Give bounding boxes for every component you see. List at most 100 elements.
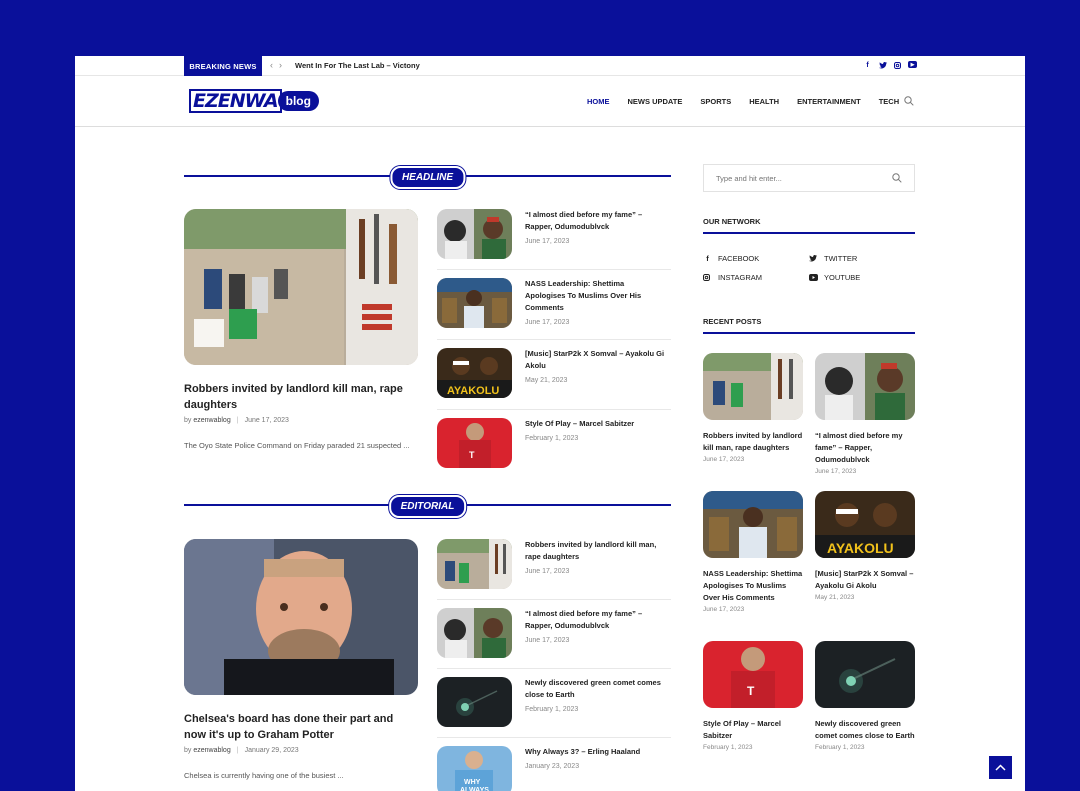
editorial-section-title: EDITORIAL [184, 495, 671, 518]
network-label: TWITTER [824, 254, 858, 263]
nav-item-sports[interactable]: SPORTS [700, 97, 731, 106]
chevron-right-icon[interactable]: › [279, 60, 282, 70]
ticker-headline[interactable]: Went In For The Last Lab – Victony [295, 61, 420, 70]
author-link[interactable]: ezenwablog [193, 417, 230, 424]
post-thumbnail[interactable] [437, 278, 512, 328]
editorial-main-excerpt: Chelsea is currently having one of the b… [184, 771, 344, 780]
post-date: June 17, 2023 [703, 606, 745, 613]
list-item[interactable]: NASS Leadership: Shettima Apologises To … [437, 278, 671, 338]
network-link-instagram[interactable]: INSTAGRAM [703, 273, 762, 282]
post-date: February 1, 2023 [525, 706, 579, 713]
post-thumbnail[interactable] [437, 539, 512, 589]
post-thumbnail[interactable]: AYAKOLU [815, 491, 915, 558]
chevron-left-icon[interactable]: ‹ [270, 60, 273, 70]
section-label[interactable]: EDITORIAL [388, 495, 467, 518]
search-input[interactable] [704, 165, 874, 191]
editorial-main-meta: by ezenwablog | January 29, 2023 [184, 747, 299, 754]
post-thumbnail[interactable]: WHY ALWAYS [437, 746, 512, 791]
post-title[interactable]: “I almost died before my fame” – Rapper,… [525, 209, 665, 233]
svg-text:AYAKOLU: AYAKOLU [447, 385, 499, 397]
nav-item-tech[interactable]: TECH [879, 97, 899, 106]
site-logo[interactable]: EZENWA blog [189, 89, 319, 113]
network-link-youtube[interactable]: YOUTUBE [809, 273, 860, 282]
network-label: YOUTUBE [824, 273, 861, 282]
post-thumbnail[interactable] [437, 209, 512, 259]
nav-item-entertainment[interactable]: ENTERTAINMENT [797, 97, 861, 106]
nav-item-news-update[interactable]: NEWS UPDATE [628, 97, 683, 106]
post-thumbnail[interactable] [815, 353, 915, 420]
post-title[interactable]: [Music] StarP2k X Somval – Ayakolu Gi Ak… [525, 348, 665, 372]
divider [437, 269, 671, 270]
headline-main-image[interactable] [184, 209, 418, 365]
list-item[interactable]: AYAKOLU [Music] StarP2k X Somval – Ayako… [437, 348, 671, 408]
post-title[interactable]: Newly discovered green comet comes close… [525, 677, 665, 701]
post-thumbnail[interactable]: AYAKOLU [437, 348, 512, 398]
post-thumbnail[interactable]: T [703, 641, 803, 708]
author-prefix: by [184, 747, 192, 754]
network-link-facebook[interactable]: f FACEBOOK [703, 254, 759, 263]
recent-post[interactable]: Robbers invited by landlord kill man, ra… [703, 353, 803, 463]
post-thumbnail[interactable] [703, 353, 803, 420]
instagram-icon [703, 274, 712, 281]
network-link-twitter[interactable]: TWITTER [809, 254, 857, 263]
search-icon[interactable] [904, 96, 914, 106]
instagram-icon[interactable] [893, 61, 902, 70]
headline-main-title[interactable]: Robbers invited by landlord kill man, ra… [184, 381, 418, 413]
youtube-icon[interactable]: ▶ [908, 61, 917, 68]
post-thumbnail[interactable] [703, 491, 803, 558]
recent-posts-title: RECENT POSTS [703, 317, 915, 334]
post-title[interactable]: “I almost died before my fame” – Rapper,… [525, 608, 665, 632]
list-item[interactable]: Robbers invited by landlord kill man, ra… [437, 539, 671, 599]
divider [437, 339, 671, 340]
recent-post[interactable]: “I almost died before my fame” – Rapper,… [815, 353, 915, 475]
post-title[interactable]: Robbers invited by landlord kill man, ra… [525, 539, 665, 563]
svg-text:AYAKOLU: AYAKOLU [827, 540, 894, 556]
twitter-icon[interactable] [878, 61, 887, 70]
post-thumbnail[interactable] [815, 641, 915, 708]
page-container: BREAKING NEWS ‹ › Went In For The Last La… [75, 56, 1025, 791]
post-title[interactable]: Why Always 3? – Erling Haaland [525, 746, 665, 758]
breaking-news-label: BREAKING NEWS [184, 56, 262, 76]
post-title[interactable]: Newly discovered green comet comes close… [815, 718, 915, 742]
facebook-icon[interactable]: f [863, 61, 872, 70]
nav-item-health[interactable]: HEALTH [749, 97, 779, 106]
search-icon[interactable] [892, 173, 902, 183]
recent-post[interactable]: NASS Leadership: Shettima Apologises To … [703, 491, 803, 613]
list-item[interactable]: “I almost died before my fame” – Rapper,… [437, 209, 671, 269]
post-thumbnail[interactable] [437, 608, 512, 658]
top-bar: BREAKING NEWS ‹ › Went In For The Last La… [75, 56, 1025, 76]
post-title[interactable]: NASS Leadership: Shettima Apologises To … [703, 568, 803, 604]
post-date: June 17, 2023 [525, 568, 570, 575]
list-item[interactable]: “I almost died before my fame” – Rapper,… [437, 608, 671, 668]
list-item[interactable]: T Style Of Play – Marcel Sabitzer Februa… [437, 418, 671, 478]
twitter-icon [809, 255, 818, 262]
editorial-main-image[interactable] [184, 539, 418, 695]
network-label: INSTAGRAM [718, 273, 763, 282]
main-nav: HOME NEWS UPDATE SPORTS HEALTH ENTERTAIN… [587, 97, 917, 106]
post-title[interactable]: Robbers invited by landlord kill man, ra… [703, 430, 803, 454]
headline-main-meta: by ezenwablog | June 17, 2023 [184, 417, 289, 424]
svg-text:T: T [469, 450, 475, 460]
divider [437, 409, 671, 410]
post-title[interactable]: [Music] StarP2k X Somval – Ayakolu Gi Ak… [815, 568, 915, 592]
post-thumbnail[interactable] [437, 677, 512, 727]
author-link[interactable]: ezenwablog [193, 747, 230, 754]
list-item[interactable]: Newly discovered green comet comes close… [437, 677, 671, 737]
scroll-to-top-button[interactable] [989, 756, 1012, 779]
svg-text:T: T [747, 684, 755, 698]
recent-post[interactable]: T Style Of Play – Marcel Sabitzer Februa… [703, 641, 803, 751]
logo-badge: blog [277, 91, 319, 111]
post-title[interactable]: Style Of Play – Marcel Sabitzer [703, 718, 803, 742]
post-title[interactable]: Style Of Play – Marcel Sabitzer [525, 418, 665, 430]
editorial-main-title[interactable]: Chelsea's board has done their part and … [184, 711, 418, 743]
site-header: EZENWA blog HOME NEWS UPDATE SPORTS HEAL… [75, 77, 1025, 127]
recent-post[interactable]: Newly discovered green comet comes close… [815, 641, 915, 751]
nav-item-home[interactable]: HOME [587, 97, 610, 106]
post-thumbnail[interactable]: T [437, 418, 512, 468]
list-item[interactable]: WHY ALWAYS Why Always 3? – Erling Haaland… [437, 746, 671, 791]
post-title[interactable]: NASS Leadership: Shettima Apologises To … [525, 278, 665, 314]
divider [437, 599, 671, 600]
section-label[interactable]: HEADLINE [389, 166, 466, 189]
post-title[interactable]: “I almost died before my fame” – Rapper,… [815, 430, 915, 466]
recent-post[interactable]: AYAKOLU [Music] StarP2k X Somval – Ayako… [815, 491, 915, 601]
